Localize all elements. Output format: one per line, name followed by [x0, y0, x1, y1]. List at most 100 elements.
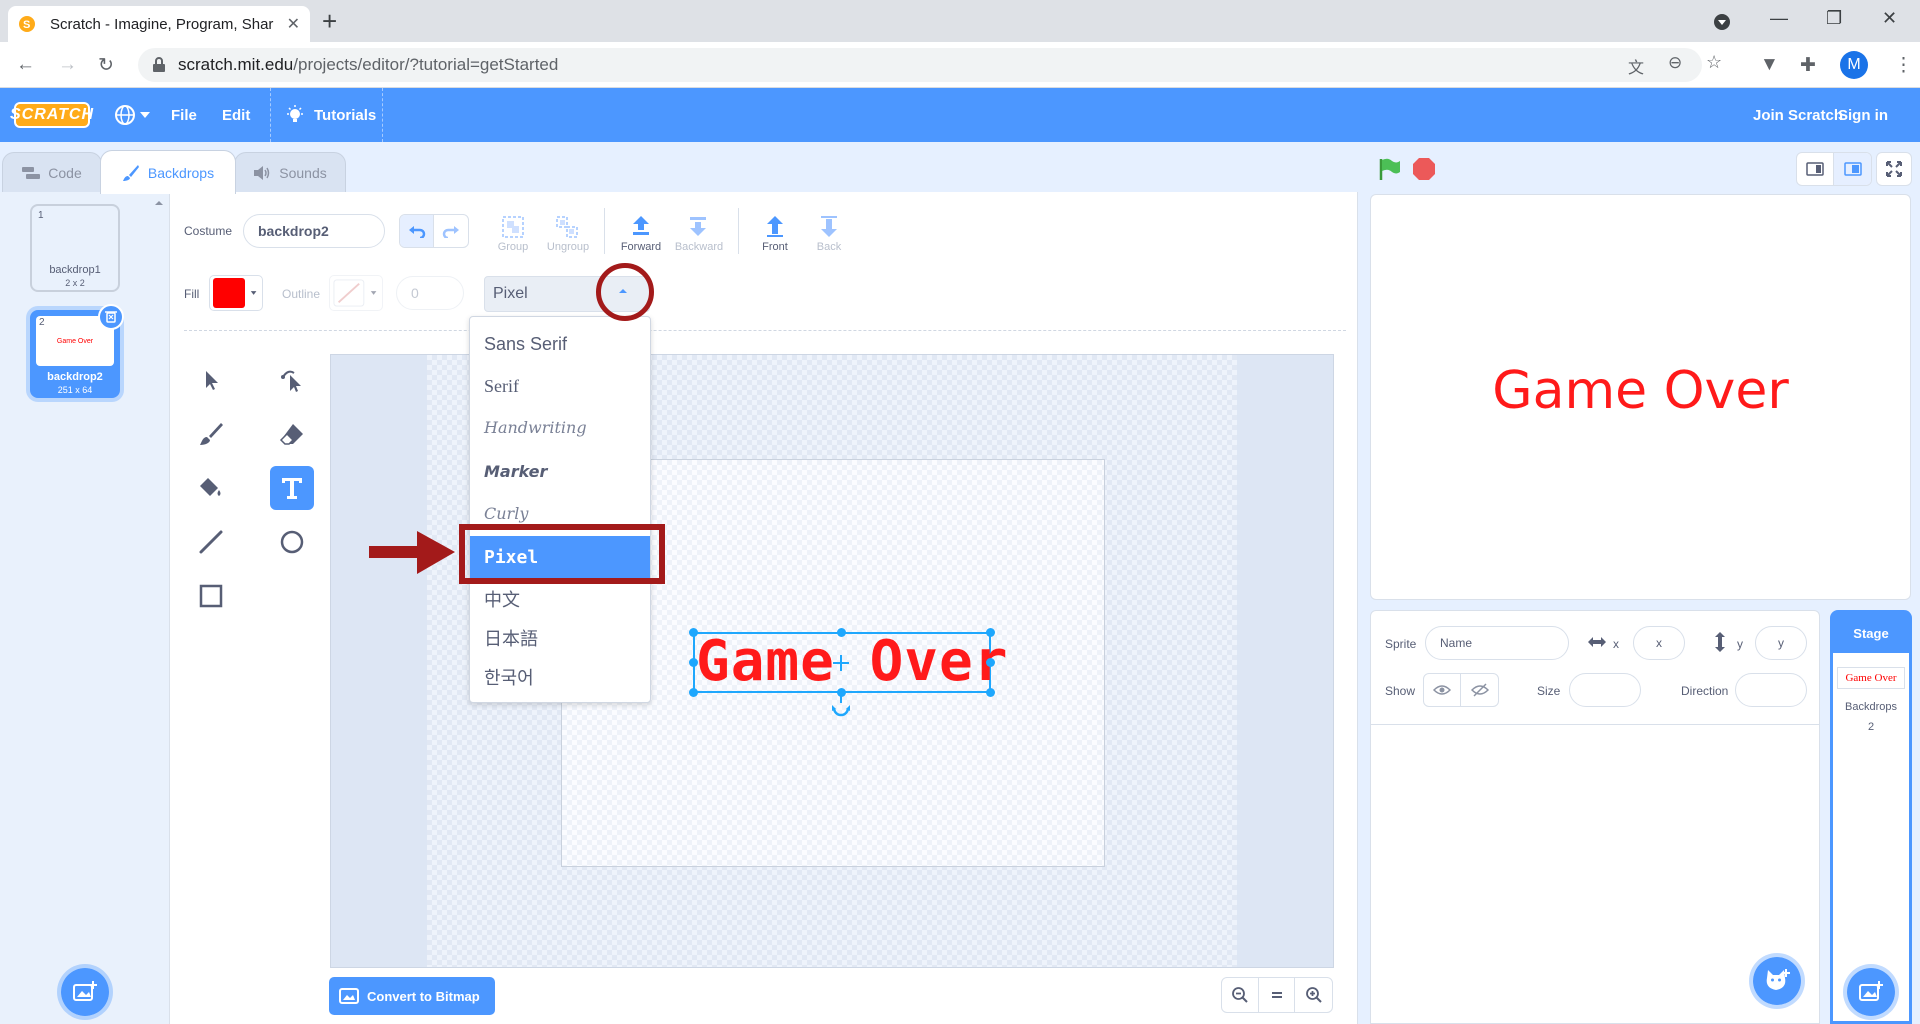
circle-tool[interactable]	[270, 520, 314, 564]
resize-handle[interactable]	[689, 628, 698, 637]
font-option-serif[interactable]: Serif	[470, 366, 650, 406]
close-window-icon[interactable]: ✕	[1882, 8, 1897, 29]
resize-handle[interactable]	[986, 628, 995, 637]
green-flag-icon[interactable]	[1376, 156, 1402, 182]
puzzle-extensions-icon[interactable]: ✚	[1800, 54, 1816, 77]
zoom-out-button[interactable]	[1222, 978, 1259, 1012]
globe-icon[interactable]	[114, 104, 136, 126]
restore-icon[interactable]: ❐	[1826, 8, 1842, 29]
forward-icon[interactable]	[628, 214, 654, 240]
choose-sprite-button[interactable]	[1749, 953, 1805, 1009]
line-tool[interactable]	[189, 520, 233, 564]
tab-sounds[interactable]: Sounds	[234, 152, 346, 192]
hide-sprite-button[interactable]	[1461, 674, 1498, 706]
fill-color-picker[interactable]	[209, 275, 263, 311]
brush-icon	[200, 423, 223, 445]
zoom-reset-button[interactable]	[1259, 978, 1296, 1012]
costume-name-input[interactable]: backdrop2	[243, 214, 385, 248]
canvas-text[interactable]: Game Over	[696, 634, 1008, 690]
font-option-sans-serif[interactable]: Sans Serif	[470, 324, 650, 364]
menu-tutorials[interactable]: Tutorials	[314, 88, 376, 142]
list-scrollbar[interactable]	[154, 198, 164, 1018]
sprite-name-input[interactable]: Name	[1425, 626, 1569, 660]
direction-input[interactable]	[1735, 673, 1807, 707]
backdrop-name: backdrop1	[49, 264, 101, 276]
front-icon[interactable]	[762, 214, 788, 240]
menu-file[interactable]: File	[171, 88, 197, 142]
outline-color-picker[interactable]	[329, 275, 383, 311]
reload-icon[interactable]: ↻	[98, 54, 114, 77]
rectangle-tool[interactable]	[189, 574, 233, 618]
choose-backdrop-button[interactable]	[57, 964, 113, 1020]
stop-icon[interactable]	[1411, 156, 1437, 182]
convert-to-bitmap-button[interactable]: Convert to Bitmap	[329, 977, 495, 1015]
browser-tab[interactable]: S Scratch - Imagine, Program, Shar ✕	[8, 6, 310, 42]
fullscreen-button[interactable]	[1876, 152, 1912, 186]
rotate-handle-icon[interactable]	[829, 696, 853, 720]
profile-menu-icon[interactable]	[1712, 12, 1732, 32]
tab-code[interactable]: Code	[2, 152, 102, 192]
fill-tool[interactable]	[189, 466, 233, 510]
profile-avatar[interactable]: M	[1840, 51, 1868, 79]
resize-handle[interactable]	[986, 688, 995, 697]
menu-edit[interactable]: Edit	[222, 88, 250, 142]
zoom-icon[interactable]: ⊖	[1668, 53, 1682, 73]
back-icon[interactable]: ←	[16, 54, 35, 76]
join-scratch-link[interactable]: Join Scratch	[1753, 88, 1843, 142]
x-input[interactable]: x	[1633, 626, 1685, 660]
move-crosshair-icon[interactable]	[832, 654, 850, 672]
undo-button[interactable]	[400, 215, 434, 247]
reshape-tool[interactable]	[270, 358, 314, 402]
url-host: scratch.mit.edu	[178, 55, 294, 74]
choose-backdrop-stage-button[interactable]	[1843, 964, 1899, 1020]
minimize-icon[interactable]: —	[1770, 8, 1788, 29]
backdrop-item-1[interactable]: 1 backdrop1 2 x 2	[30, 204, 120, 292]
caret-down-icon	[370, 291, 377, 295]
brush-tool[interactable]	[189, 412, 233, 456]
delete-backdrop-button[interactable]	[98, 304, 124, 330]
resize-handle[interactable]	[689, 688, 698, 697]
ungroup-icon[interactable]	[554, 214, 580, 240]
y-input[interactable]: y	[1755, 626, 1807, 660]
font-option-japanese[interactable]: 日本語	[470, 618, 650, 658]
forward-icon[interactable]: →	[58, 54, 77, 76]
direction-label: Direction	[1681, 684, 1729, 698]
small-stage-button[interactable]	[1797, 153, 1835, 185]
stage-panel-title: Stage	[1833, 613, 1909, 653]
stage-canvas[interactable]: Game Over	[1370, 194, 1911, 600]
select-tool[interactable]	[189, 358, 233, 402]
eraser-tool[interactable]	[270, 412, 314, 456]
font-option-handwriting[interactable]: Handwriting	[470, 407, 650, 447]
backward-icon[interactable]	[685, 214, 711, 240]
show-sprite-button[interactable]	[1424, 674, 1462, 706]
resize-handle[interactable]	[986, 658, 995, 667]
new-tab-icon[interactable]: +	[322, 8, 337, 34]
group-icon[interactable]	[500, 214, 526, 240]
backdrop-thumbnail-text: Game Over	[56, 338, 94, 345]
font-option-chinese[interactable]: 中文	[470, 579, 650, 619]
sign-in-link[interactable]: Sign in	[1838, 88, 1888, 142]
font-option-marker[interactable]: Marker	[470, 451, 650, 491]
scroll-up-icon[interactable]	[154, 198, 164, 208]
back-icon[interactable]	[816, 214, 842, 240]
scratch-logo[interactable]: SCRATCH	[10, 102, 93, 128]
stage-target-panel[interactable]: Stage Game Over Backdrops 2	[1830, 610, 1912, 1024]
size-input[interactable]	[1569, 673, 1641, 707]
translate-icon[interactable]: ⽂	[1628, 54, 1644, 78]
resize-handle[interactable]	[689, 658, 698, 667]
bookmark-star-icon[interactable]: ☆	[1706, 52, 1722, 73]
browser-menu-icon[interactable]: ⋮	[1894, 54, 1913, 77]
zoom-in-button[interactable]	[1295, 978, 1332, 1012]
close-tab-icon[interactable]: ✕	[287, 14, 300, 34]
outline-width-input[interactable]: 0	[396, 276, 464, 310]
extension-icon[interactable]: ▼	[1760, 54, 1779, 76]
resize-handle[interactable]	[837, 628, 846, 637]
address-bar[interactable]: scratch.mit.edu/projects/editor/?tutoria…	[138, 48, 1722, 82]
zoom-in-icon	[1305, 987, 1322, 1003]
font-option-korean[interactable]: 한국어	[470, 657, 650, 697]
redo-button[interactable]	[434, 215, 468, 247]
text-tool[interactable]	[270, 466, 314, 510]
tab-backdrops[interactable]: Backdrops	[100, 150, 236, 194]
large-stage-button[interactable]	[1834, 153, 1871, 185]
sprite-info: Sprite Name x x y y Show Size Direction	[1371, 611, 1819, 725]
